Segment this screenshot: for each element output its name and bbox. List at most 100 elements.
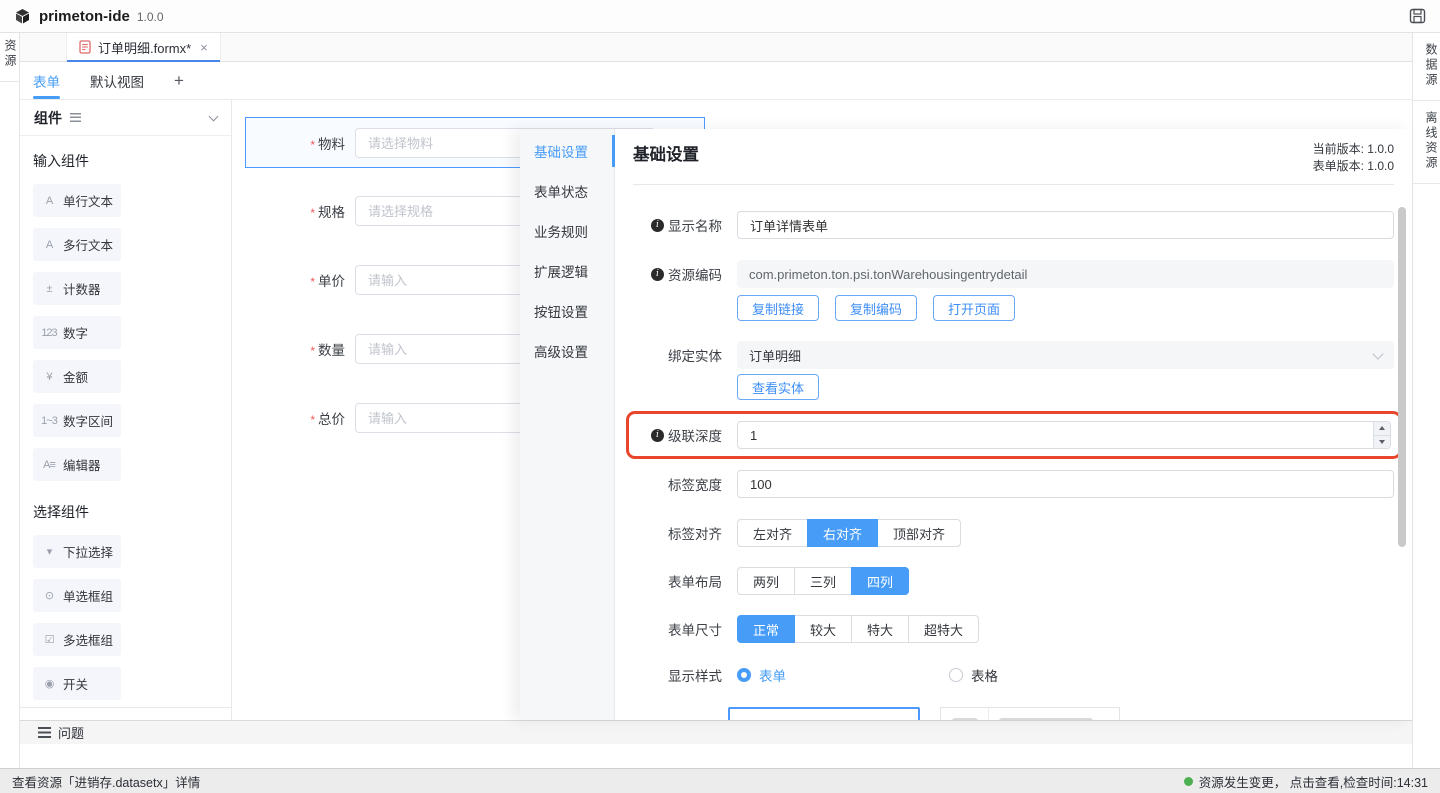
label-text: 资源编码 bbox=[668, 264, 722, 284]
component-item-counter[interactable]: ± 计数器 bbox=[33, 272, 121, 305]
list-icon bbox=[70, 113, 81, 122]
display-style-row: 显示样式 表单 表格 bbox=[633, 665, 1394, 685]
settings-menu-business-rules[interactable]: 业务规则 bbox=[520, 211, 614, 251]
field-label-text: 单价 bbox=[318, 274, 345, 289]
open-page-button[interactable]: 打开页面 bbox=[933, 295, 1015, 321]
components-panel: 组件 输入组件 A单行文本 A多行文本 ±计数器 123数字 ¥金额 1~3数字… bbox=[20, 100, 232, 744]
table-style-radio[interactable]: 表格 bbox=[949, 665, 998, 685]
sidebar-item-resources[interactable]: 资源 bbox=[0, 33, 19, 82]
component-item-label: 单选框组 bbox=[63, 586, 113, 605]
size-xxlarge-option[interactable]: 超特大 bbox=[908, 615, 979, 643]
title-bar: primeton-ide 1.0.0 bbox=[0, 0, 1440, 33]
close-icon[interactable]: × bbox=[200, 40, 208, 55]
chevron-down-icon[interactable] bbox=[209, 111, 219, 121]
field-label: *总价 bbox=[245, 408, 345, 428]
workbench-body: 组件 输入组件 A单行文本 A多行文本 ±计数器 123数字 ¥金额 1~3数字… bbox=[20, 100, 1412, 744]
label-width-input[interactable] bbox=[737, 470, 1394, 498]
settings-header: 基础设置 当前版本: 1.0.0 表单版本: 1.0.0 bbox=[633, 129, 1394, 185]
two-column-option[interactable]: 两列 bbox=[737, 567, 795, 595]
section-title-select-components: 选择组件 bbox=[33, 501, 218, 523]
four-column-option[interactable]: 四列 bbox=[851, 567, 909, 595]
field-label-text: 规格 bbox=[318, 205, 345, 220]
cascade-depth-input[interactable] bbox=[737, 421, 1391, 449]
label-align-row: 标签对齐 左对齐 右对齐 顶部对齐 bbox=[633, 519, 1394, 547]
add-view-button[interactable]: + bbox=[174, 71, 184, 91]
form-style-preview-selected[interactable] bbox=[728, 707, 920, 720]
view-tab-bar: 表单 默认视图 + bbox=[20, 62, 1412, 100]
copy-link-button[interactable]: 复制链接 bbox=[737, 295, 819, 321]
number-icon: 123 bbox=[41, 327, 57, 339]
form-size-row: 表单尺寸 正常 较大 特大 超特大 bbox=[633, 615, 1394, 643]
save-icon[interactable] bbox=[1409, 8, 1426, 24]
switch-icon: ◉ bbox=[41, 677, 57, 690]
component-item-label: 开关 bbox=[63, 674, 88, 693]
component-item-number-range[interactable]: 1~3数字区间 bbox=[33, 404, 121, 437]
copy-code-button[interactable]: 复制编码 bbox=[835, 295, 917, 321]
vertical-scrollbar[interactable] bbox=[1398, 207, 1406, 547]
align-right-option[interactable]: 右对齐 bbox=[807, 519, 878, 547]
list-icon bbox=[38, 727, 51, 738]
form-layout-row: 表单布局 两列 三列 四列 bbox=[633, 567, 1394, 595]
label-text: 绑定实体 bbox=[668, 345, 722, 365]
app-title: primeton-ide bbox=[39, 8, 130, 25]
problems-bar[interactable]: 问题 bbox=[20, 720, 1412, 744]
settings-menu-form-state[interactable]: 表单状态 bbox=[520, 171, 614, 211]
components-scroll-area[interactable]: 输入组件 A单行文本 A多行文本 ±计数器 123数字 ¥金额 1~3数字区间 … bbox=[20, 136, 231, 707]
settings-menu-advanced[interactable]: 高级设置 bbox=[520, 331, 614, 371]
spinner-down-button[interactable] bbox=[1374, 436, 1390, 449]
settings-panel-title: 基础设置 bbox=[633, 141, 699, 165]
sidebar-item-offline-resources[interactable]: 离线资源 bbox=[1413, 101, 1440, 184]
settings-menu: 基础设置 表单状态 业务规则 扩展逻辑 按钮设置 高级设置 bbox=[520, 129, 615, 720]
cascade-depth-row: 级联深度 bbox=[633, 421, 1391, 449]
component-item-single-line-text[interactable]: A单行文本 bbox=[33, 184, 121, 217]
left-activity-rail: 资源 bbox=[0, 33, 20, 768]
component-item-radio-group[interactable]: ⊙单选框组 bbox=[33, 579, 121, 612]
display-name-label: 显示名称 bbox=[633, 215, 722, 235]
settings-menu-extension-logic[interactable]: 扩展逻辑 bbox=[520, 251, 614, 291]
size-normal-option[interactable]: 正常 bbox=[737, 615, 795, 643]
editor-tab-order-detail-formx[interactable]: 订单明细.formx* × bbox=[66, 33, 221, 61]
component-item-checkbox-group[interactable]: ☑多选框组 bbox=[33, 623, 121, 656]
component-item-number[interactable]: 123 数字 bbox=[33, 316, 121, 349]
section-title-input-components: 输入组件 bbox=[33, 150, 218, 172]
size-large-option[interactable]: 较大 bbox=[794, 615, 852, 643]
tab-form-view[interactable]: 表单 bbox=[33, 62, 60, 99]
status-resource-changed[interactable]: 资源发生变更， 点击查看,检查时间:14:31 bbox=[1184, 772, 1428, 791]
display-name-input[interactable] bbox=[737, 211, 1394, 239]
component-item-multi-line-text[interactable]: A多行文本 bbox=[33, 228, 121, 261]
settings-menu-basic[interactable]: 基础设置 bbox=[520, 131, 614, 171]
settings-menu-button-settings[interactable]: 按钮设置 bbox=[520, 291, 614, 331]
component-item-dropdown[interactable]: ▾下拉选择 bbox=[33, 535, 121, 568]
table-style-preview[interactable]: ◎ 查看Api bbox=[940, 707, 1120, 720]
spinner-up-button[interactable] bbox=[1374, 422, 1390, 436]
counter-icon: ± bbox=[41, 283, 57, 295]
tab-default-view[interactable]: 默认视图 bbox=[90, 62, 144, 99]
component-item-label: 数字 bbox=[63, 323, 88, 342]
label-text: 表单布局 bbox=[668, 571, 722, 591]
sidebar-item-datasource[interactable]: 数据源 bbox=[1413, 33, 1440, 101]
workbench: 订单明细.formx* × 表单 默认视图 + 组件 输入组件 bbox=[20, 33, 1412, 768]
view-entity-button[interactable]: 查看实体 bbox=[737, 374, 819, 400]
component-item-label: 计数器 bbox=[63, 279, 101, 298]
three-column-option[interactable]: 三列 bbox=[794, 567, 852, 595]
bind-entity-select[interactable]: 订单明细 bbox=[737, 341, 1394, 369]
number-range-icon: 1~3 bbox=[41, 415, 57, 427]
radio-selected-icon bbox=[737, 668, 751, 682]
size-xlarge-option[interactable]: 特大 bbox=[851, 615, 909, 643]
form-style-radio[interactable]: 表单 bbox=[737, 665, 786, 685]
component-item-editor[interactable]: A≡编辑器 bbox=[33, 448, 121, 481]
label-text: 标签宽度 bbox=[668, 474, 722, 494]
editor-tab-bar: 订单明细.formx* × bbox=[20, 33, 1412, 62]
display-style-previews: ◎ 查看Api bbox=[728, 707, 1394, 720]
info-icon bbox=[651, 268, 664, 281]
field-label-text: 数量 bbox=[318, 343, 345, 358]
status-resource-detail[interactable]: 查看资源「进销存.datasetx」详情 bbox=[12, 772, 200, 791]
label-text: 显示样式 bbox=[668, 665, 722, 685]
dropdown-icon: ▾ bbox=[41, 545, 57, 558]
align-left-option[interactable]: 左对齐 bbox=[737, 519, 808, 547]
align-top-option[interactable]: 顶部对齐 bbox=[877, 519, 961, 547]
component-item-switch[interactable]: ◉ 开关 bbox=[33, 667, 121, 700]
component-item-amount[interactable]: ¥金额 bbox=[33, 360, 121, 393]
form-layout-segmented: 两列 三列 四列 bbox=[737, 567, 909, 595]
label-text: 标签对齐 bbox=[668, 523, 722, 543]
